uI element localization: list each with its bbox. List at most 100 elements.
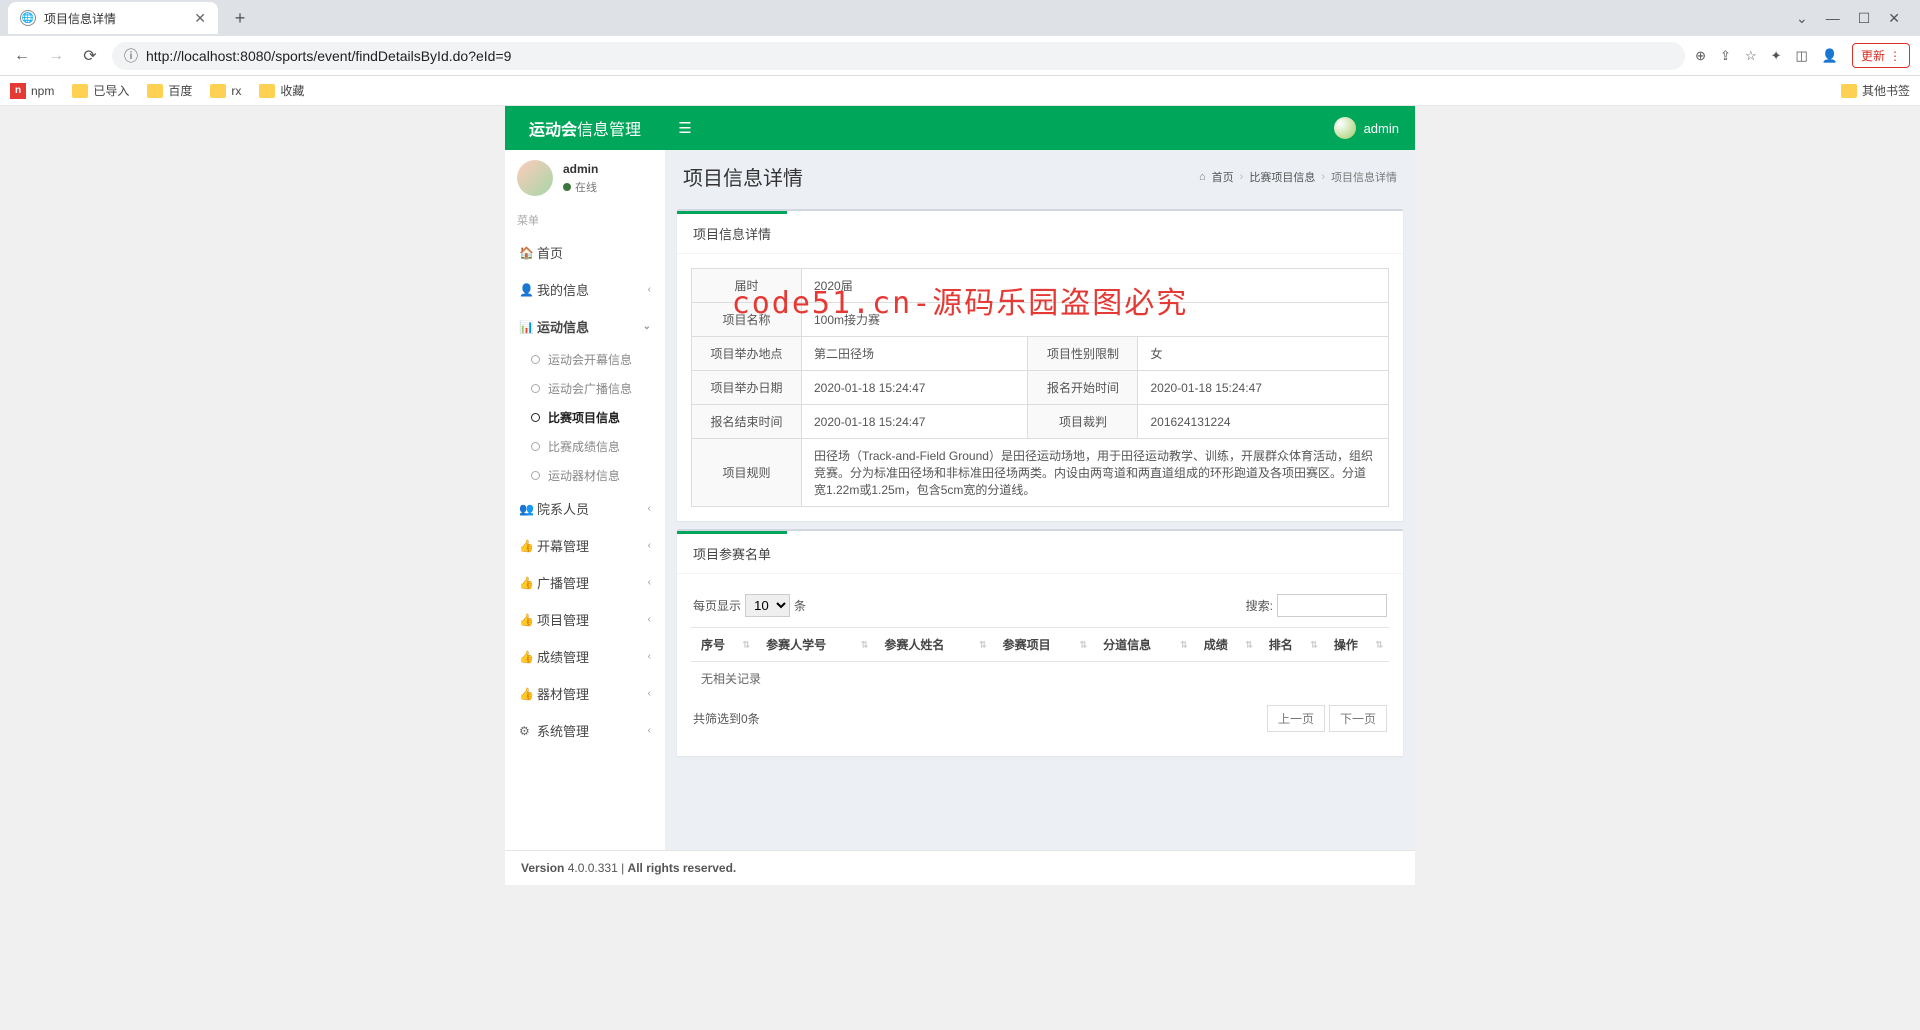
sidebar-item-broadcast-mgmt[interactable]: 👍广播管理‹ [505, 564, 665, 601]
header-username: admin [1364, 121, 1399, 136]
length-prefix: 每页显示 [693, 597, 741, 614]
browser-tab[interactable]: 🌐 项目信息详情 ✕ [8, 2, 218, 34]
sidebar-item-sports[interactable]: 📊运动信息⌄ [505, 308, 665, 345]
folder-icon [210, 84, 226, 98]
forward-button[interactable]: → [44, 44, 68, 68]
reload-button[interactable]: ⟳ [78, 44, 102, 68]
panel-icon[interactable]: ◫ [1796, 48, 1808, 64]
info-icon: ⓘ [124, 46, 138, 66]
browser-chrome: 🌐 项目信息详情 ✕ + ⌄ — ☐ ✕ ← → ⟳ ⓘ http://loca… [0, 0, 1920, 106]
detail-table: 届时 2020届 项目名称 100m接力赛 项目举办地点 第二田径场 项目性别限… [691, 268, 1389, 507]
circle-icon [531, 413, 540, 422]
sub-item-equipment[interactable]: 运动器材信息 [517, 461, 665, 490]
update-button[interactable]: 更新⋮ [1852, 43, 1910, 68]
col-event[interactable]: 参赛项目⇅ [993, 628, 1094, 662]
col-action[interactable]: 操作⇅ [1324, 628, 1389, 662]
logo[interactable]: 运动会信息管理 [505, 116, 665, 140]
bookmark-rx[interactable]: rx [210, 84, 241, 98]
header-user[interactable]: admin [1334, 117, 1415, 139]
globe-icon: 🌐 [20, 10, 36, 26]
bookmark-bar: nnpm 已导入 百度 rx 收藏 其他书签 [0, 76, 1920, 106]
sub-item-broadcast[interactable]: 运动会广播信息 [517, 374, 665, 403]
col-rank[interactable]: 排名⇅ [1259, 628, 1324, 662]
tab-participants[interactable]: 项目参赛名单 [677, 531, 787, 573]
folder-icon [1841, 84, 1857, 98]
bookmark-baidu[interactable]: 百度 [147, 82, 192, 99]
close-window-icon[interactable]: ✕ [1888, 10, 1900, 27]
folder-icon [147, 84, 163, 98]
folder-icon [72, 84, 88, 98]
menu-toggle-icon[interactable]: ☰ [665, 119, 705, 137]
bookmark-collection[interactable]: 收藏 [259, 82, 304, 99]
share-icon[interactable]: ⇪ [1720, 48, 1731, 64]
bookmark-imported[interactable]: 已导入 [72, 82, 129, 99]
avatar [517, 160, 553, 196]
url-input[interactable]: ⓘ http://localhost:8080/sports/event/fin… [112, 42, 1685, 70]
col-score[interactable]: 成绩⇅ [1194, 628, 1259, 662]
user-panel: admin 在线 [505, 150, 665, 206]
sidebar-item-equipment-mgmt[interactable]: 👍器材管理‹ [505, 675, 665, 712]
thumb-icon: 👍 [519, 539, 537, 553]
details-box: 项目信息详情 届时 2020届 项目名称 100m接力赛 [677, 209, 1403, 521]
folder-icon [259, 84, 275, 98]
data-table: 序号⇅ 参赛人学号⇅ 参赛人姓名⇅ 参赛项目⇅ 分道信息⇅ 成绩⇅ 排名⇅ 操作… [691, 627, 1389, 695]
search-input[interactable] [1277, 594, 1387, 617]
maximize-icon[interactable]: ☐ [1858, 10, 1871, 27]
sidebar-item-myinfo[interactable]: 👤我的信息‹ [505, 271, 665, 308]
star-icon[interactable]: ☆ [1745, 48, 1757, 64]
crumb-home[interactable]: 首页 [1212, 169, 1234, 185]
col-lane[interactable]: 分道信息⇅ [1093, 628, 1194, 662]
tab-details[interactable]: 项目信息详情 [677, 211, 787, 253]
col-id[interactable]: 参赛人学号⇅ [756, 628, 874, 662]
extensions-icon[interactable]: ✦ [1771, 48, 1782, 64]
footer: Version 4.0.0.331 | All rights reserved. [505, 850, 1415, 885]
sidebar-item-event-mgmt[interactable]: 👍项目管理‹ [505, 601, 665, 638]
window-controls: ⌄ — ☐ ✕ [1796, 10, 1912, 27]
profile-icon[interactable]: 👤 [1822, 48, 1838, 64]
sidebar-item-home[interactable]: 🏠首页 [505, 234, 665, 271]
viewport: 运动会信息管理 ☰ admin admin 在线 菜单 🏠首页 👤我的信 [0, 106, 1920, 885]
sub-item-opening[interactable]: 运动会开幕信息 [517, 345, 665, 374]
label-rules: 项目规则 [692, 439, 802, 507]
version-value: 4.0.0.331 [568, 861, 618, 875]
back-button[interactable]: ← [10, 44, 34, 68]
dt-footer: 共筛选到0条 上一页 下一页 [691, 695, 1389, 742]
next-button[interactable]: 下一页 [1329, 705, 1387, 732]
minimize-icon[interactable]: — [1826, 10, 1840, 27]
sort-icon: ⇅ [1375, 639, 1383, 650]
crumb-event[interactable]: 比赛项目信息 [1249, 169, 1315, 185]
user-icon: 👤 [519, 283, 537, 297]
close-icon[interactable]: ✕ [194, 10, 206, 27]
label-referee: 项目裁判 [1028, 405, 1138, 439]
prev-button[interactable]: 上一页 [1267, 705, 1325, 732]
dt-search: 搜索: [1246, 594, 1387, 617]
new-tab-button[interactable]: + [226, 4, 254, 32]
crumb-current: 项目信息详情 [1331, 169, 1397, 185]
zoom-icon[interactable]: ⊕ [1695, 48, 1706, 64]
dashboard-icon: ⌂ [1199, 171, 1206, 183]
chevron-left-icon: ‹ [648, 688, 651, 699]
thumb-icon: 👍 [519, 687, 537, 701]
chevron-down-icon[interactable]: ⌄ [1796, 10, 1808, 27]
sidebar-item-opening-mgmt[interactable]: 👍开幕管理‹ [505, 527, 665, 564]
col-index[interactable]: 序号⇅ [691, 628, 756, 662]
bookmark-npm[interactable]: nnpm [10, 83, 54, 99]
content: 项目信息详情 ⌂ 首页 › 比赛项目信息 › 项目信息详情 项目信息详情 [665, 150, 1415, 850]
address-bar: ← → ⟳ ⓘ http://localhost:8080/sports/eve… [0, 36, 1920, 76]
value-gender: 女 [1138, 337, 1389, 371]
version-label: Version [521, 861, 564, 875]
sidebar-item-department[interactable]: 👥院系人员‹ [505, 490, 665, 527]
tab-bar: 🌐 项目信息详情 ✕ + ⌄ — ☐ ✕ [0, 0, 1920, 36]
value-session: 2020届 [802, 269, 1389, 303]
page-title: 项目信息详情 [683, 162, 803, 191]
sub-item-score[interactable]: 比赛成绩信息 [517, 432, 665, 461]
label-regstart: 报名开始时间 [1028, 371, 1138, 405]
value-regend: 2020-01-18 15:24:47 [802, 405, 1028, 439]
sidebar-item-score-mgmt[interactable]: 👍成绩管理‹ [505, 638, 665, 675]
sub-item-event[interactable]: 比赛项目信息 [517, 403, 665, 432]
sidebar-item-system[interactable]: ⚙系统管理‹ [505, 712, 665, 749]
other-bookmarks[interactable]: 其他书签 [1841, 82, 1910, 99]
col-name[interactable]: 参赛人姓名⇅ [874, 628, 992, 662]
home-icon: 🏠 [519, 246, 537, 260]
length-select[interactable]: 10 [745, 594, 790, 617]
